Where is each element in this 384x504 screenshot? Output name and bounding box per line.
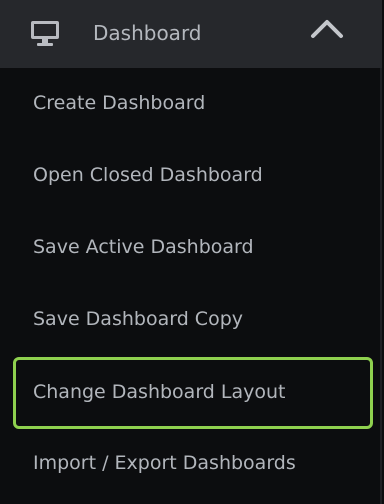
menu-item-label: Save Dashboard Copy <box>33 308 243 330</box>
dashboard-section-header[interactable]: Dashboard <box>0 0 382 68</box>
menu-item-label: Save Active Dashboard <box>33 236 254 258</box>
menu-item-label: Import / Export Dashboards <box>33 452 296 474</box>
menu-item-save-dashboard-copy[interactable]: Save Dashboard Copy <box>0 284 382 356</box>
menu-item-save-active-dashboard[interactable]: Save Active Dashboard <box>0 212 382 284</box>
dashboard-menu-panel: Dashboard Create Dashboard Open Closed D… <box>0 0 382 504</box>
chevron-up-icon[interactable] <box>310 17 344 39</box>
menu-item-open-closed-dashboard[interactable]: Open Closed Dashboard <box>0 140 382 212</box>
menu-item-import-export-dashboards[interactable]: Import / Export Dashboards <box>0 428 382 500</box>
menu-item-label: Create Dashboard <box>33 92 206 114</box>
section-title: Dashboard <box>93 21 202 45</box>
dashboard-submenu: Create Dashboard Open Closed Dashboard S… <box>0 68 382 500</box>
menu-item-create-dashboard[interactable]: Create Dashboard <box>0 68 382 140</box>
monitor-icon <box>31 21 59 46</box>
menu-item-label: Change Dashboard Layout <box>33 381 286 403</box>
menu-item-label: Open Closed Dashboard <box>33 164 263 186</box>
menu-item-change-dashboard-layout[interactable]: Change Dashboard Layout <box>0 356 382 429</box>
